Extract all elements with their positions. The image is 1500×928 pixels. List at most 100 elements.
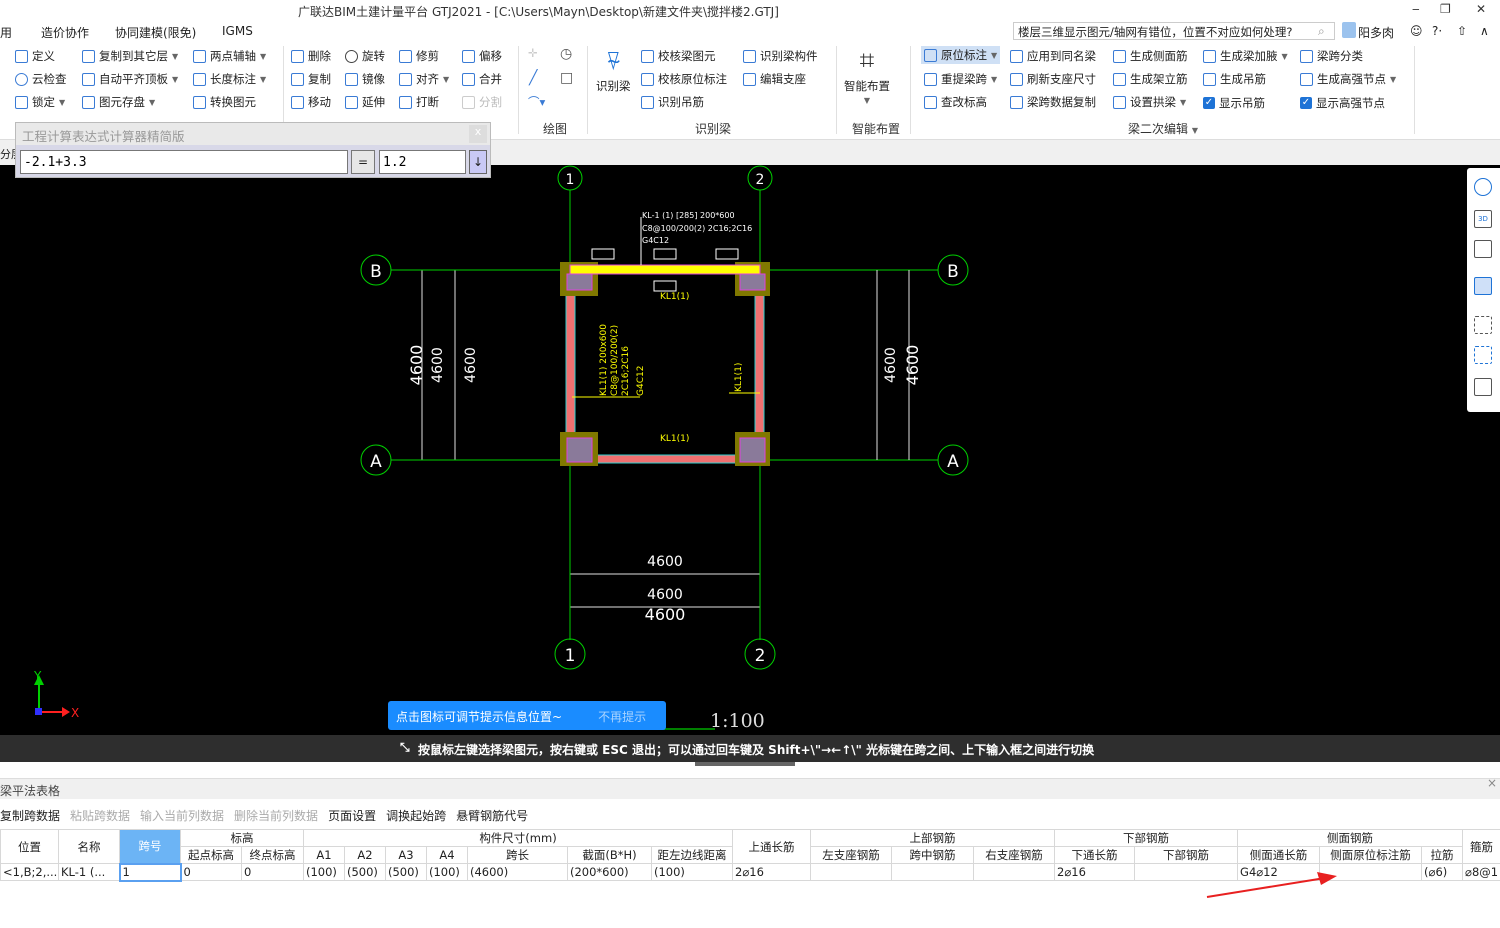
col-header[interactable]: A4 bbox=[426, 846, 468, 864]
rectangle-icon[interactable]: □ bbox=[560, 70, 573, 86]
cantilever-code-button[interactable]: 悬臂钢筋代号 bbox=[456, 809, 528, 823]
cube-icon[interactable] bbox=[1474, 240, 1492, 258]
save-element-button[interactable]: 图元存盘 ▼ bbox=[82, 94, 155, 110]
col-header[interactable]: 名称 bbox=[58, 829, 120, 864]
identify-beam-component-button[interactable]: 识别梁构件 bbox=[743, 48, 818, 64]
table-cell[interactable]: KL-1 (... bbox=[58, 863, 120, 881]
col-header-span[interactable]: 跨号 bbox=[119, 829, 181, 864]
help-icon[interactable]: ?· bbox=[1432, 24, 1442, 38]
refresh-support-button[interactable]: 刷新支座尺寸 bbox=[1010, 71, 1096, 87]
menu-app[interactable]: 用 bbox=[0, 24, 12, 41]
length-dimension-button[interactable]: 长度标注 ▼ bbox=[193, 71, 266, 87]
col-header[interactable]: 跨中钢筋 bbox=[891, 846, 975, 864]
panel-close-button[interactable]: × bbox=[1487, 776, 1497, 790]
col-header[interactable]: 下部钢筋 bbox=[1134, 846, 1239, 864]
cube-filled-icon[interactable] bbox=[1474, 277, 1492, 295]
col-header[interactable]: 拉筋 bbox=[1421, 846, 1464, 864]
split-button[interactable]: 分割 bbox=[462, 94, 502, 110]
help-search-input[interactable]: 楼层三维显示图元/轴网有错位，位置不对应如何处理? bbox=[1013, 22, 1335, 40]
col-header[interactable]: 下通长筋 bbox=[1054, 846, 1136, 864]
define-button[interactable]: 定义 bbox=[15, 48, 55, 64]
inplace-annotation-button[interactable]: 原位标注 ▼ bbox=[921, 46, 1001, 64]
table-cell[interactable]: (100) bbox=[303, 863, 345, 881]
edit-support-button[interactable]: 编辑支座 bbox=[743, 71, 806, 87]
table-cell[interactable]: 2⌀16 bbox=[732, 863, 812, 881]
table-cell[interactable]: (⌀6) bbox=[1421, 863, 1464, 881]
panel-splitter[interactable] bbox=[695, 762, 795, 766]
restore-button[interactable]: ❐ bbox=[1440, 2, 1451, 16]
table-cell[interactable]: <1,B;2,... bbox=[0, 863, 59, 881]
reextract-span-button[interactable]: 重提梁跨 ▼ bbox=[924, 71, 997, 87]
fit-view-icon[interactable] bbox=[1474, 316, 1492, 334]
col-header[interactable]: 右支座钢筋 bbox=[973, 846, 1056, 864]
table-cell[interactable]: 2⌀16 bbox=[1054, 863, 1136, 881]
col-header[interactable]: 跨长 bbox=[467, 846, 568, 864]
identify-beam-button[interactable]: ⍫ 识别梁 bbox=[596, 46, 631, 94]
col-header[interactable]: 左支座钢筋 bbox=[810, 846, 893, 864]
paste-span-data-button[interactable]: 粘贴跨数据 bbox=[70, 809, 130, 823]
gen-side-rebar-button[interactable]: 生成侧面筋 bbox=[1113, 48, 1188, 64]
result-field[interactable] bbox=[379, 150, 466, 174]
input-column-data-button[interactable]: 输入当前列数据 bbox=[140, 809, 224, 823]
clock-icon[interactable]: ◷ bbox=[560, 46, 572, 62]
delete-column-data-button[interactable]: 删除当前列数据 bbox=[234, 809, 318, 823]
two-point-axis-button[interactable]: 两点辅轴 ▼ bbox=[193, 48, 266, 64]
group-label-secondary[interactable]: 梁二次编辑 ▼ bbox=[1128, 120, 1198, 137]
copy-span-data-button[interactable]: 复制跨数据 bbox=[0, 809, 60, 823]
cad-drawing[interactable]: 1 2 1 2 B A B A 4600 4600 4600 4600 4600… bbox=[0, 165, 1500, 735]
check-elevation-button[interactable]: 查改标高 bbox=[924, 94, 987, 110]
table-cell[interactable]: (100) bbox=[426, 863, 468, 881]
apply-same-name-button[interactable]: 应用到同名梁 bbox=[1010, 48, 1096, 64]
table-cell[interactable]: 0 bbox=[241, 863, 304, 881]
line-icon[interactable]: ╱ bbox=[529, 70, 537, 86]
col-header[interactable]: 起点标高 bbox=[180, 846, 242, 864]
swap-start-span-button[interactable]: 调换起始跨 bbox=[386, 809, 446, 823]
col-header[interactable]: A2 bbox=[344, 846, 386, 864]
copy-to-layer-button[interactable]: 复制到其它层 ▼ bbox=[82, 48, 178, 64]
show-high-strength-node-checkbox[interactable]: ✓ 显示高强节点 bbox=[1300, 95, 1385, 111]
avatar[interactable] bbox=[1342, 22, 1356, 38]
extend-button[interactable]: 延伸 bbox=[345, 94, 385, 110]
col-header[interactable]: A3 bbox=[385, 846, 427, 864]
close-button[interactable]: ✕ bbox=[1476, 2, 1486, 16]
calculator-close-button[interactable]: x bbox=[469, 125, 487, 143]
tooltip-bubble[interactable]: 点击图标可调节提示信息位置~ 不再提示 bbox=[388, 701, 666, 730]
col-header[interactable]: 侧面原位标注筋 bbox=[1319, 846, 1423, 864]
search-icon[interactable]: ⌕ bbox=[1318, 24, 1325, 39]
col-header[interactable]: 位置 bbox=[0, 829, 59, 864]
move-button[interactable]: 移动 bbox=[291, 94, 331, 110]
menu-cost-collab[interactable]: 造价协作 bbox=[41, 24, 89, 41]
offset-button[interactable]: 偏移 bbox=[462, 48, 502, 64]
col-header[interactable]: 侧面通长筋 bbox=[1237, 846, 1321, 864]
chat-icon[interactable]: ☺ bbox=[1410, 24, 1423, 38]
minimize-button[interactable]: ‒ bbox=[1412, 2, 1420, 16]
table-cell[interactable]: (4600) bbox=[467, 863, 568, 881]
table-cell[interactable]: (100) bbox=[650, 863, 734, 881]
check-beam-button[interactable]: 校核梁图元 bbox=[641, 48, 716, 64]
rotate-button[interactable]: 旋转 bbox=[345, 48, 385, 64]
align-button[interactable]: 对齐 ▼ bbox=[399, 71, 449, 87]
check-inplace-button[interactable]: 校核原位标注 bbox=[641, 71, 727, 87]
gen-erection-rebar-button[interactable]: 生成架立筋 bbox=[1113, 71, 1188, 87]
user-name[interactable]: 阳多肉 bbox=[1358, 24, 1394, 41]
col-header[interactable]: 截面(B*H) bbox=[567, 846, 652, 864]
set-arch-beam-button[interactable]: 设置拱梁 ▼ bbox=[1113, 94, 1186, 110]
orbit-icon[interactable] bbox=[1474, 178, 1492, 196]
gen-high-strength-node-button[interactable]: 生成高强节点 ▼ bbox=[1300, 71, 1396, 87]
span-classify-button[interactable]: 梁跨分类 bbox=[1300, 48, 1363, 64]
shirt-icon[interactable]: ⇧ bbox=[1457, 24, 1467, 38]
show-hanger-checkbox[interactable]: ✓ 显示吊筋 bbox=[1203, 95, 1265, 111]
break-button[interactable]: 打断 bbox=[399, 94, 439, 110]
table-cell[interactable]: (500) bbox=[344, 863, 386, 881]
menu-igms[interactable]: IGMS bbox=[222, 24, 253, 38]
equals-button[interactable]: = bbox=[351, 150, 375, 174]
identify-hanger-button[interactable]: 识别吊筋 bbox=[641, 94, 704, 110]
dismiss-tip-link[interactable]: 不再提示 bbox=[598, 710, 646, 724]
table-cell[interactable] bbox=[973, 863, 1056, 881]
arc-icon[interactable]: ⌒▾ bbox=[528, 94, 545, 110]
convert-element-button[interactable]: 转换图元 bbox=[193, 94, 256, 110]
expression-input[interactable] bbox=[20, 150, 348, 174]
col-header[interactable]: A1 bbox=[303, 846, 345, 864]
copy-span-data-button[interactable]: 梁跨数据复制 bbox=[1010, 94, 1096, 110]
trim-button[interactable]: 修剪 bbox=[399, 48, 439, 64]
